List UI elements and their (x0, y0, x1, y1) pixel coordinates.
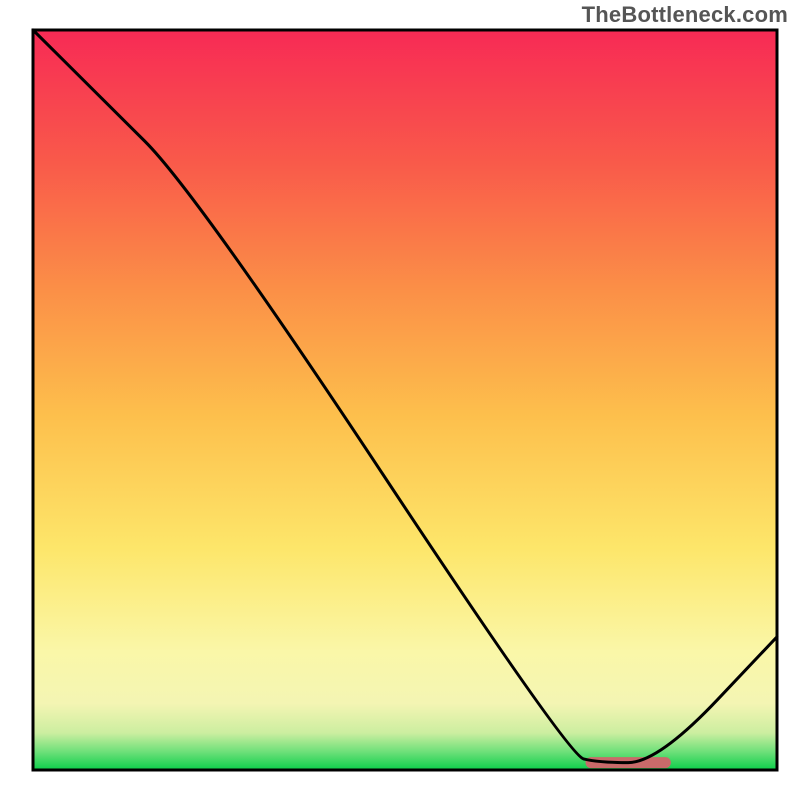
bottleneck-chart (0, 0, 800, 800)
chart-container: TheBottleneck.com (0, 0, 800, 800)
watermark-text: TheBottleneck.com (582, 2, 788, 28)
